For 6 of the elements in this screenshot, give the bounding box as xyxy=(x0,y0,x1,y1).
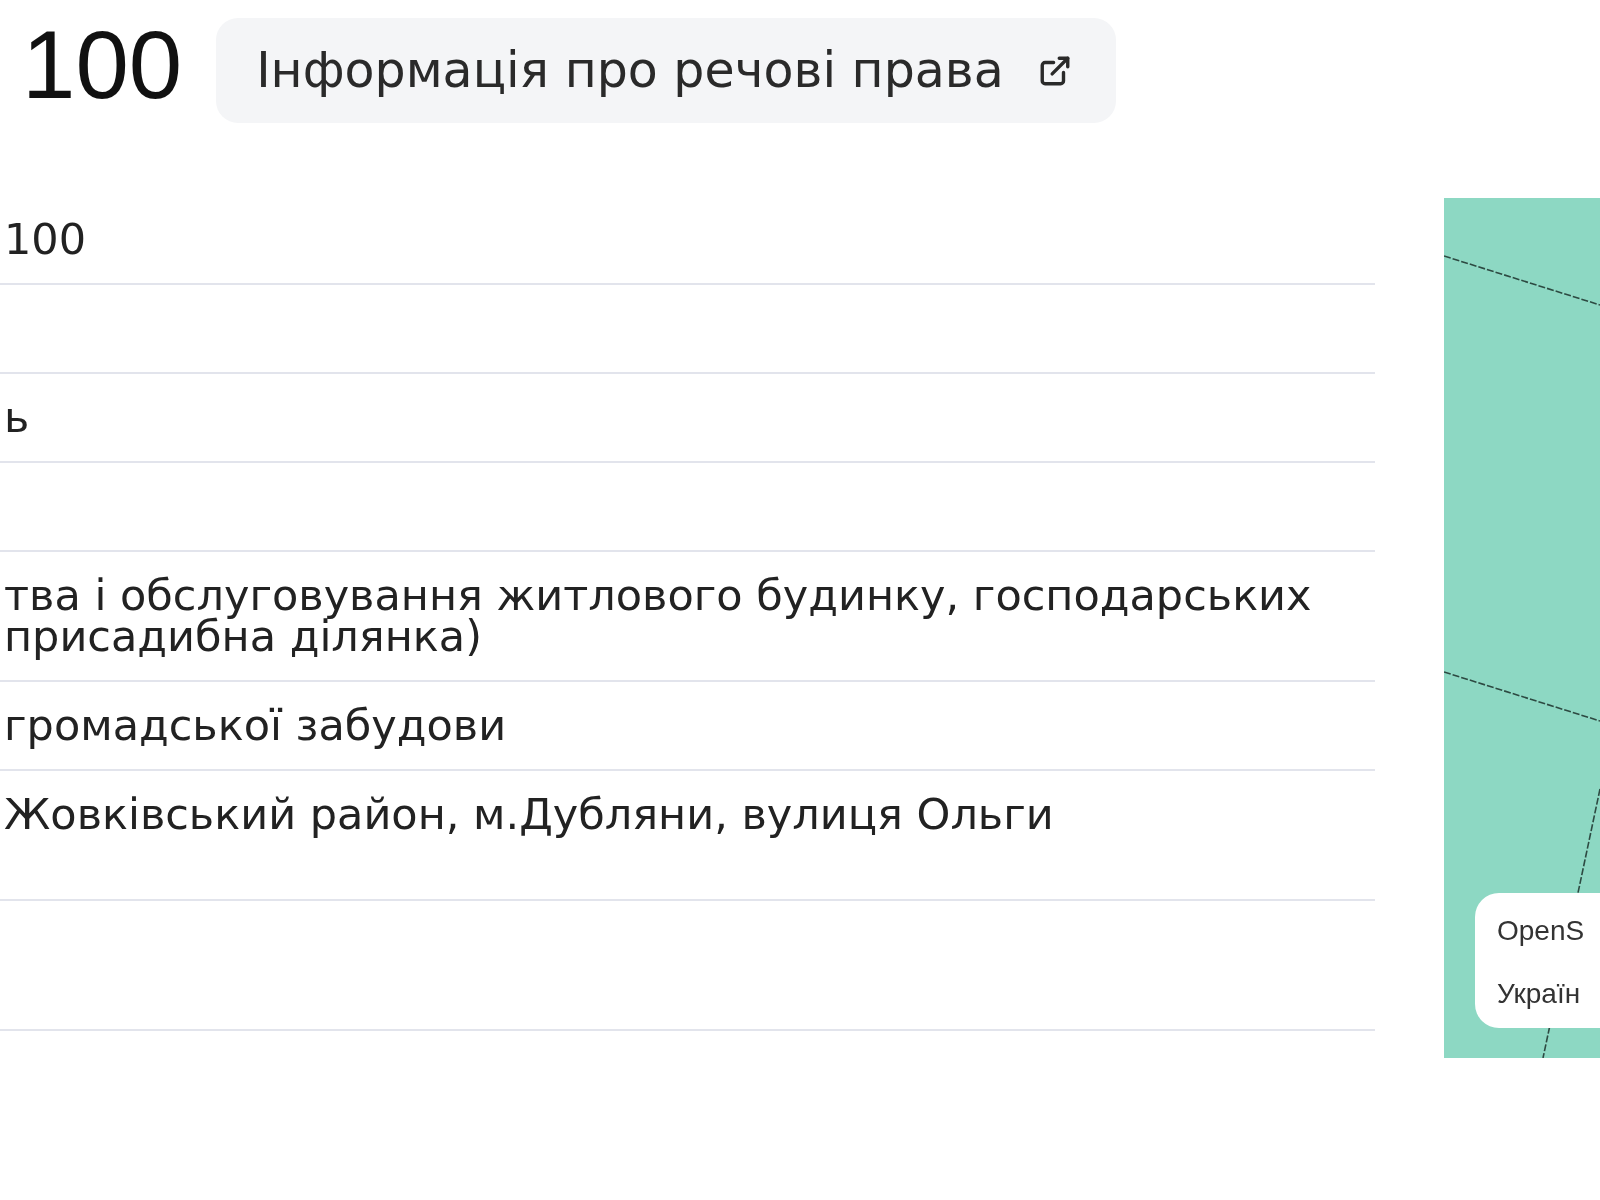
attribution-text: Україн xyxy=(1497,977,1582,1011)
attribution-text: OpenS xyxy=(1497,914,1586,948)
page-title: 100 xyxy=(22,17,183,113)
value-text: ь xyxy=(4,397,31,438)
rights-info-link[interactable]: Інформація про речові права xyxy=(216,18,1116,123)
value-text: 100 xyxy=(4,219,88,260)
